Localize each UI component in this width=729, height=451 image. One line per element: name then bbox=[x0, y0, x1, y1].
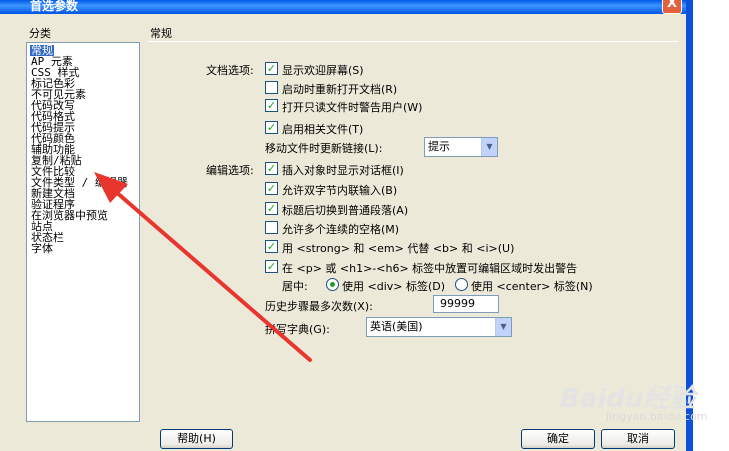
annotation-arrow-icon bbox=[94, 172, 312, 362]
